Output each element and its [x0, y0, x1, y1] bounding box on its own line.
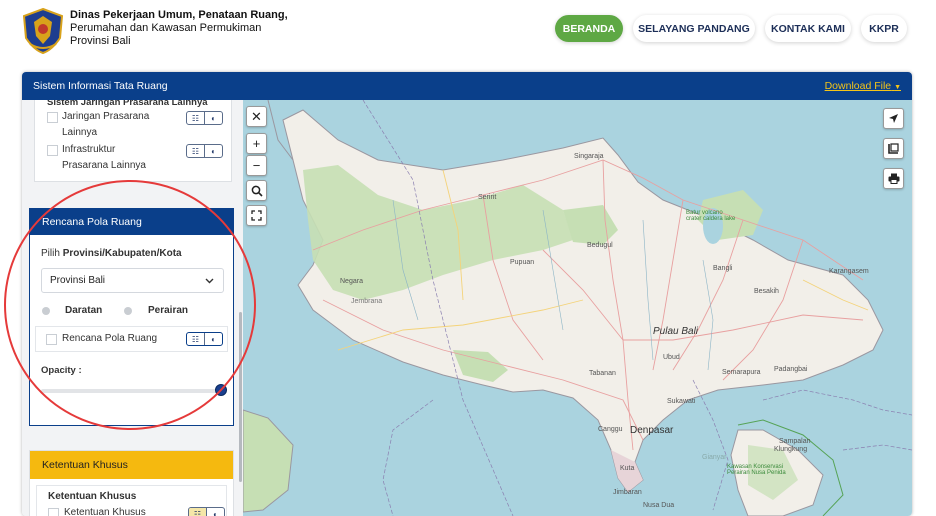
checkbox-jaringan-prasarana[interactable] — [47, 112, 58, 123]
layer-controls-ketentuan: ☷ ◐ — [188, 507, 225, 516]
map-label-kuta: Kuta — [620, 465, 635, 472]
locate-arrow-icon[interactable] — [883, 108, 904, 129]
map-label-denpasar: Denpasar — [630, 425, 674, 436]
map-label-seririt: Seririt — [478, 194, 497, 201]
nav-kontak-kami[interactable]: KONTAK KAMI — [765, 15, 851, 42]
contrast-toggle-icon[interactable]: ◐ — [205, 145, 222, 157]
nav-beranda[interactable]: BERANDA — [555, 15, 623, 42]
search-icon[interactable] — [246, 180, 267, 201]
org-line-1: Dinas Pekerjaan Umum, Penataan Ruang, — [70, 9, 288, 21]
map-label-nusa-dua: Nusa Dua — [643, 502, 675, 509]
fullscreen-icon[interactable] — [246, 205, 267, 226]
map-label-klungkung: Klungkung — [774, 446, 808, 453]
map-label-jimbaran: Jimbaran — [613, 489, 642, 496]
map-label-pupuan: Pupuan — [510, 259, 535, 266]
map-label-tabanan: Tabanan — [589, 370, 616, 377]
map-label-ubud: Ubud — [663, 354, 680, 361]
red-annotation-circle — [4, 180, 256, 430]
layer-controls-jaringan: ☷ ◐ — [186, 111, 223, 125]
jaringan-prasarana-card: Sistem Jaringan Prasarana Lainnya Jaring… — [34, 100, 232, 182]
site-header: Dinas Pekerjaan Umum, Penataan Ruang, Pe… — [0, 0, 936, 62]
ketentuan-khusus-card: Ketentuan Khusus Ketentuan Khusus Ketent… — [29, 450, 234, 516]
contrast-toggle-icon[interactable]: ◐ — [205, 112, 222, 124]
ketentuan-title: Ketentuan Khusus — [48, 491, 137, 502]
map-label-sukawati: Sukawati — [667, 398, 696, 405]
layer-label-infrastruktur: Infrastruktur Prasarana Lainnya — [62, 144, 146, 171]
map-label-negara: Negara — [340, 278, 363, 285]
download-file-dropdown[interactable]: Download File ▼ — [825, 80, 901, 92]
layer-label-ketentuan-khusus: Ketentuan Khusus — [64, 507, 146, 516]
bali-province-emblem-logo[interactable] — [22, 8, 64, 54]
map-label-pulau-bali: Pulau Bali — [653, 326, 699, 337]
map-label-padangbai: Padangbai — [774, 366, 808, 373]
panel-title: Sistem Informasi Tata Ruang — [33, 80, 168, 92]
basemap-layer-icon[interactable] — [883, 138, 904, 159]
nav-kkpr[interactable]: KKPR — [861, 15, 907, 42]
zoom-in-button[interactable]: + — [246, 133, 267, 154]
close-icon[interactable]: ✕ — [246, 106, 267, 127]
checkbox-ketentuan-khusus[interactable] — [48, 508, 59, 516]
map-label-singaraja: Singaraja — [574, 153, 604, 160]
checkbox-infrastruktur-prasarana[interactable] — [47, 145, 58, 156]
map-label-bangli: Bangli — [713, 265, 733, 272]
map-label-karangasem: Karangasem — [829, 268, 869, 275]
map-label-semarapura: Semarapura — [722, 369, 761, 376]
map-label-canggu: Canggu — [598, 426, 623, 433]
ketentuan-header[interactable]: Ketentuan Khusus — [30, 451, 233, 479]
print-icon[interactable] — [883, 168, 904, 189]
nav-selayang-pandang[interactable]: SELAYANG PANDANG — [633, 15, 755, 42]
org-line-3: Provinsi Bali — [70, 35, 131, 47]
map-label-gianyar: Gianyar — [702, 454, 727, 461]
legend-list-icon[interactable]: ☷ — [189, 508, 207, 516]
caret-down-icon: ▼ — [894, 84, 901, 91]
legend-list-icon[interactable]: ☷ — [187, 145, 205, 157]
download-file-label: Download File — [824, 80, 892, 92]
contrast-toggle-icon[interactable]: ◐ — [207, 508, 224, 516]
map-label-batur-lake: Batur volcano crater caldera lake — [686, 210, 736, 222]
panel-title-bar: Sistem Informasi Tata Ruang Download Fil… — [22, 72, 912, 100]
map-label-sampalan: Sampalan — [779, 438, 811, 445]
map-label-bedugul: Bedugul — [587, 242, 613, 249]
legend-list-icon[interactable]: ☷ — [187, 112, 205, 124]
layer-controls-infrastruktur: ☷ ◐ — [186, 144, 223, 158]
map-view[interactable]: Singaraja Seririt Pupuan Negara Jembrana… — [243, 100, 912, 516]
layer-label-jaringan-prasarana: Jaringan Prasarana Lainnya — [62, 111, 150, 138]
map-label-jembrana: Jembrana — [351, 298, 383, 305]
bali-basemap[interactable] — [243, 100, 912, 516]
zoom-out-button[interactable]: − — [246, 155, 267, 176]
org-line-2: Perumahan dan Kawasan Permukiman — [70, 22, 262, 34]
map-label-kkp-nusa-penida: Kawasan Konservasi Perairan Nusa Penida — [727, 464, 786, 476]
organization-name: Dinas Pekerjaan Umum, Penataan Ruang, Pe… — [70, 9, 288, 48]
map-label-besakih: Besakih — [754, 288, 779, 295]
ketentuan-inner: Ketentuan Khusus Ketentuan Khusus ☷ ◐ — [36, 485, 227, 516]
